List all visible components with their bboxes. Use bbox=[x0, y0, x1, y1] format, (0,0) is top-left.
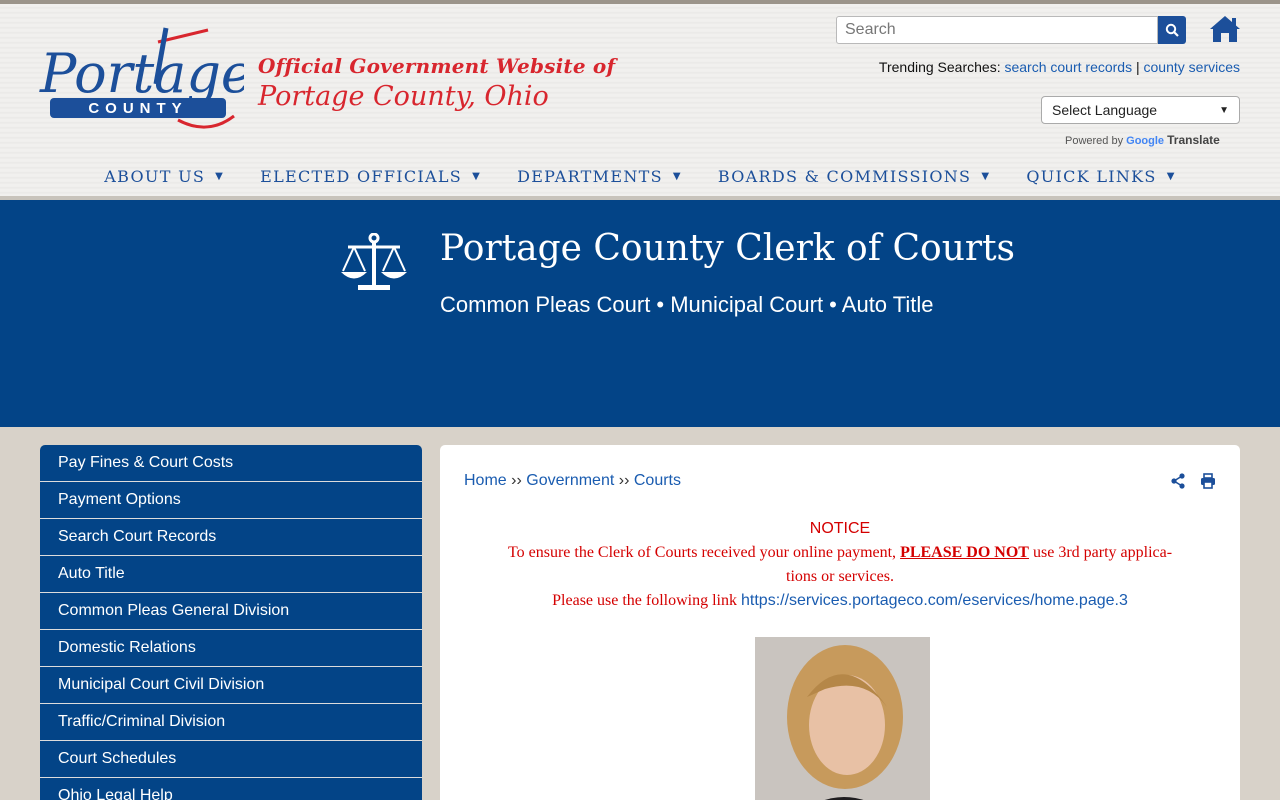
language-select[interactable]: Select Language ▼ bbox=[1041, 96, 1240, 124]
powered-by-label: Powered by bbox=[1065, 135, 1124, 147]
sidebar-item-common-pleas[interactable]: Common Pleas General Division bbox=[40, 593, 422, 630]
page-title: Portage County Clerk of Courts bbox=[440, 228, 1016, 269]
breadcrumb-courts[interactable]: Courts bbox=[634, 472, 681, 489]
svg-text:COUNTY: COUNTY bbox=[88, 100, 187, 117]
search-icon bbox=[1165, 23, 1179, 37]
chevron-down-icon: ▼ bbox=[1219, 104, 1229, 116]
page-subtitle: Common Pleas Court • Municipal Court • A… bbox=[440, 292, 934, 317]
notice-line-3: Please use the following link https://se… bbox=[464, 589, 1216, 613]
notice-title: NOTICE bbox=[809, 520, 871, 537]
clerk-portrait bbox=[755, 637, 930, 800]
breadcrumb-government[interactable]: Government bbox=[526, 472, 614, 489]
payment-notice: NOTICE To ensure the Clerk of Courts rec… bbox=[464, 517, 1216, 613]
search-input[interactable] bbox=[836, 16, 1158, 44]
notice-emphasis: PLEASE DO NOT bbox=[900, 544, 1029, 561]
nav-label: BOARDS & COMMISSIONS bbox=[717, 166, 972, 186]
sidebar-item-ohio-legal-help[interactable]: Ohio Legal Help bbox=[40, 778, 422, 800]
share-icon[interactable] bbox=[1170, 473, 1186, 489]
notice-line-2: tions or services. bbox=[786, 568, 894, 585]
trending-link-county-services[interactable]: county services bbox=[1144, 59, 1240, 75]
portage-county-logo[interactable]: Portage COUNTY bbox=[38, 24, 244, 134]
sidebar-item-search-court-records[interactable]: Search Court Records bbox=[40, 519, 422, 556]
trending-link-court-records[interactable]: search court records bbox=[1004, 59, 1132, 75]
nav-elected-officials[interactable]: ELECTED OFFICIALS ▼ bbox=[260, 164, 481, 188]
translate-label: Translate bbox=[1167, 133, 1220, 147]
breadcrumb-home[interactable]: Home bbox=[464, 472, 507, 489]
tagline-county: Portage County, Ohio bbox=[258, 81, 549, 112]
caret-down-icon: ▼ bbox=[981, 170, 991, 182]
svg-text:Portage: Portage bbox=[39, 42, 244, 105]
nav-label: ELECTED OFFICIALS bbox=[260, 166, 463, 186]
powered-by-google-translate[interactable]: Powered by Google Translate bbox=[1065, 133, 1220, 147]
notice-line-1: To ensure the Clerk of Courts received y… bbox=[464, 541, 1216, 565]
trending-separator: | bbox=[1135, 59, 1140, 75]
nav-about-us[interactable]: ABOUT US ▼ bbox=[104, 164, 224, 188]
caret-down-icon: ▼ bbox=[215, 170, 225, 182]
nav-label: QUICK LINKS bbox=[1026, 166, 1157, 186]
trending-label: Trending Searches: bbox=[878, 59, 1001, 75]
breadcrumb: Home ›› Government ›› Courts bbox=[464, 472, 681, 490]
google-logo: Google bbox=[1126, 135, 1165, 147]
sidebar-item-pay-fines[interactable]: Pay Fines & Court Costs bbox=[40, 445, 422, 482]
sidebar-item-municipal-civil[interactable]: Municipal Court Civil Division bbox=[40, 667, 422, 704]
sidebar-nav: Pay Fines & Court Costs Payment Options … bbox=[40, 445, 422, 800]
caret-down-icon: ▼ bbox=[1166, 170, 1176, 182]
breadcrumb-separator: ›› bbox=[618, 472, 630, 489]
eservices-link[interactable]: https://services.portageco.com/eservices… bbox=[741, 592, 1128, 609]
main-nav: ABOUT US ▼ ELECTED OFFICIALS ▼ DEPARTMENTS… bbox=[0, 164, 1280, 188]
portrait-image bbox=[755, 637, 930, 800]
sidebar-item-auto-title[interactable]: Auto Title bbox=[40, 556, 422, 593]
trending-searches: Trending Searches: search court records … bbox=[879, 59, 1240, 75]
caret-down-icon: ▼ bbox=[472, 170, 482, 182]
search-button[interactable] bbox=[1158, 16, 1186, 44]
sidebar-item-domestic-relations[interactable]: Domestic Relations bbox=[40, 630, 422, 667]
home-icon[interactable] bbox=[1209, 14, 1241, 44]
tagline-official: Official Government Website of bbox=[258, 54, 616, 78]
notice-text: use 3rd party applica- bbox=[1028, 544, 1173, 561]
nav-boards-commissions[interactable]: BOARDS & COMMISSIONS ▼ bbox=[718, 164, 990, 188]
main-content: Home ›› Government ›› Courts NOTICE To e… bbox=[440, 445, 1240, 800]
sidebar-item-court-schedules[interactable]: Court Schedules bbox=[40, 741, 422, 778]
language-select-value: Select Language bbox=[1052, 102, 1158, 118]
nav-label: DEPARTMENTS bbox=[517, 166, 663, 186]
caret-down-icon: ▼ bbox=[672, 170, 682, 182]
notice-text: Please use the following link bbox=[552, 592, 741, 609]
scales-of-justice-icon bbox=[341, 233, 407, 290]
print-icon[interactable] bbox=[1200, 473, 1216, 489]
breadcrumb-separator: ›› bbox=[511, 472, 522, 489]
sidebar-item-payment-options[interactable]: Payment Options bbox=[40, 482, 422, 519]
notice-text: To ensure the Clerk of Courts received y… bbox=[507, 544, 901, 561]
nav-departments[interactable]: DEPARTMENTS ▼ bbox=[517, 164, 682, 188]
nav-label: ABOUT US bbox=[104, 166, 206, 186]
nav-quick-links[interactable]: QUICK LINKS ▼ bbox=[1026, 164, 1175, 188]
sidebar-item-traffic-criminal[interactable]: Traffic/Criminal Division bbox=[40, 704, 422, 741]
